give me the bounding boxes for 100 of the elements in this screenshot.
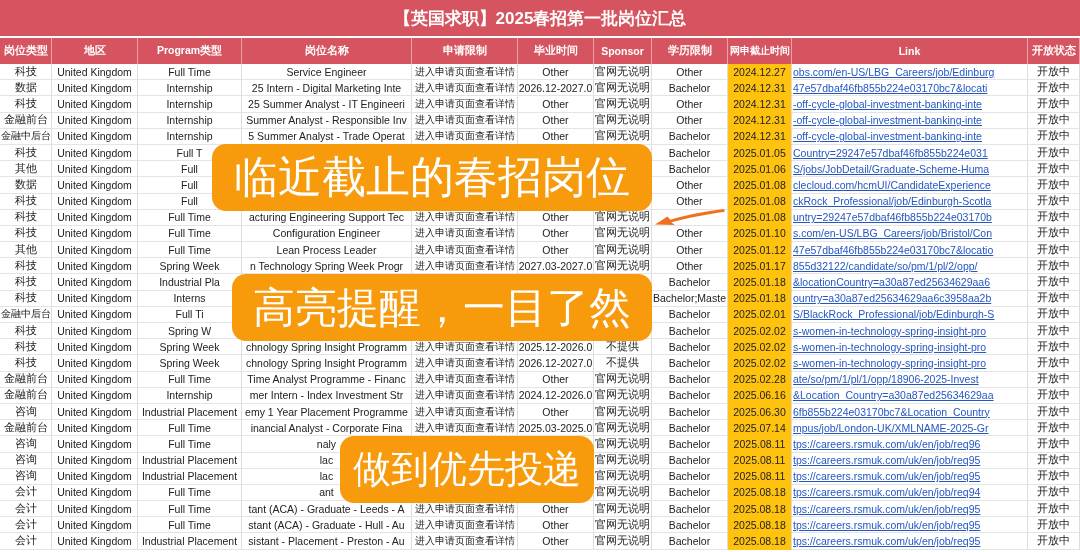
- link[interactable]: tps://careers.rsmuk.com/uk/en/job/req95: [793, 470, 981, 483]
- table-cell: 官网无说明: [594, 501, 652, 518]
- table-cell: Full Time: [138, 242, 242, 259]
- table-cell: 开放中: [1028, 355, 1080, 372]
- table-cell: 2025.02.02: [728, 323, 792, 340]
- table-cell: 科技: [0, 323, 52, 340]
- link[interactable]: &locationCountry=a30a87ed25634629aa6: [793, 276, 991, 289]
- link[interactable]: s-women-in-technology-spring-insight-pro: [793, 340, 987, 353]
- link[interactable]: 47e57dbaf46fb855b224e03170bc7&locati: [793, 81, 988, 94]
- table-cell: United Kingdom: [52, 533, 138, 550]
- table-cell: United Kingdom: [52, 403, 138, 421]
- table-cell: 开放中: [1028, 290, 1080, 307]
- table-cell: United Kingdom: [52, 371, 138, 388]
- link[interactable]: tps://careers.rsmuk.com/uk/en/job/req95: [793, 535, 981, 548]
- table-cell: 2025.01.17: [728, 258, 792, 275]
- table-cell: United Kingdom: [52, 306, 138, 323]
- table-cell: United Kingdom: [52, 96, 138, 113]
- table-cell: Full Time: [138, 436, 242, 453]
- table-cell: Summer Analyst - Responsible Inv: [242, 112, 412, 129]
- link[interactable]: tps://careers.rsmuk.com/uk/en/job/req94: [793, 486, 981, 499]
- table-cell: 开放中: [1028, 468, 1080, 485]
- table-cell: 进入申请页面查看详情: [412, 80, 518, 97]
- link[interactable]: Country=29247e57dbaf46fb855b224e031: [793, 146, 988, 159]
- link[interactable]: tps://careers.rsmuk.com/uk/en/job/req95: [793, 518, 981, 531]
- table-cell: 2025.07.14: [728, 420, 792, 437]
- table-cell: 2025.02.02: [728, 355, 792, 372]
- table-cell: 开放中: [1028, 112, 1080, 129]
- table-cell: sistant - Placement - Preston - Au: [242, 533, 412, 550]
- link[interactable]: ountry=a30a87ed25634629aa6c3958aa2b: [793, 292, 992, 305]
- table-cell: Other: [518, 112, 594, 129]
- table-cell: 进入申请页面查看详情: [412, 387, 518, 404]
- table-cell: 官网无说明: [594, 403, 652, 421]
- table-cell: Full Time: [138, 64, 242, 81]
- column-header: 网申截止时间: [728, 38, 792, 64]
- link[interactable]: untry=29247e57dbaf46fb855b224e03170b: [793, 211, 992, 224]
- table-cell: United Kingdom: [52, 387, 138, 404]
- link[interactable]: s.com/en-US/LBG_Careers/job/Bristol/Con: [793, 227, 992, 240]
- link[interactable]: &Location_Country=a30a87ed25634629aa: [793, 389, 994, 402]
- link[interactable]: s-women-in-technology-spring-insight-pro: [793, 324, 987, 337]
- table-cell: United Kingdom: [52, 355, 138, 372]
- link[interactable]: tps://careers.rsmuk.com/uk/en/job/req95: [793, 502, 981, 515]
- table-cell: 2025.08.18: [728, 533, 792, 550]
- link[interactable]: mpus/job/London-UK/XMLNAME-2025-Gr: [793, 421, 989, 434]
- table-cell: 2026.12-2027.0: [518, 80, 594, 97]
- table-cell: United Kingdom: [52, 484, 138, 502]
- table-cell: United Kingdom: [52, 274, 138, 291]
- table-cell: 开放中: [1028, 258, 1080, 275]
- column-header: 学历限制: [652, 38, 728, 64]
- table-cell: 官网无说明: [594, 517, 652, 534]
- link[interactable]: -off-cycle-global-investment-banking-inte: [793, 97, 982, 110]
- table-cell: Spring Week: [138, 339, 242, 356]
- table-cell: 进入申请页面查看详情: [412, 403, 518, 421]
- table-cell: 开放中: [1028, 274, 1080, 291]
- table-cell: 2026.12-2027.0: [518, 355, 594, 372]
- table-cell: 数据: [0, 80, 52, 97]
- table-cell: stant (ACA) - Graduate - Hull - Au: [242, 517, 412, 534]
- table-cell: 2025.01.08: [728, 177, 792, 194]
- table-cell: 科技: [0, 225, 52, 243]
- link[interactable]: ate/so/pm/1/pl/1/opp/18906-2025-Invest: [793, 373, 979, 386]
- table-cell: 金融中后台: [0, 128, 52, 145]
- table-cell: 官网无说明: [594, 420, 652, 437]
- link[interactable]: -off-cycle-global-investment-banking-inte: [793, 130, 982, 143]
- table-cell: United Kingdom: [52, 339, 138, 356]
- table-cell: United Kingdom: [52, 468, 138, 485]
- link[interactable]: S/BlackRock_Professional/job/Edinburgh-S: [793, 308, 995, 321]
- table-cell: United Kingdom: [52, 501, 138, 518]
- table-cell: Industrial Placement: [138, 403, 242, 421]
- link[interactable]: 47e57dbaf46fb855b224e03170bc7&locatio: [793, 243, 994, 256]
- table-cell: 科技: [0, 209, 52, 226]
- link[interactable]: obs.com/en-US/LBG_Careers/job/Edinburg: [793, 65, 995, 78]
- table-cell: 开放中: [1028, 323, 1080, 340]
- link[interactable]: s-women-in-technology-spring-insight-pro: [793, 356, 987, 369]
- table-cell: 开放中: [1028, 436, 1080, 453]
- table-cell: 进入申请页面查看详情: [412, 112, 518, 129]
- table-cell: 科技: [0, 339, 52, 356]
- link[interactable]: ckRock_Professional/job/Edinburgh-Scotla: [793, 195, 992, 208]
- table-cell: 开放中: [1028, 64, 1080, 81]
- link[interactable]: tps://careers.rsmuk.com/uk/en/job/req96: [793, 437, 981, 450]
- table-cell: 2025.01.12: [728, 242, 792, 259]
- table-cell: Industrial Placement: [138, 452, 242, 469]
- link[interactable]: tps://careers.rsmuk.com/uk/en/job/req95: [793, 454, 981, 467]
- table-cell: 进入申请页面查看详情: [412, 533, 518, 550]
- table-cell: United Kingdom: [52, 225, 138, 243]
- table-cell: 官网无说明: [594, 64, 652, 81]
- table-cell: United Kingdom: [52, 80, 138, 97]
- column-header: 岗位类型: [0, 38, 52, 64]
- table-cell: 官网无说明: [594, 387, 652, 404]
- table-cell: 官网无说明: [594, 371, 652, 388]
- link[interactable]: clecloud.com/hcmUI/CandidateExperience: [793, 178, 991, 191]
- curved-arrow: [654, 208, 726, 226]
- table-cell: United Kingdom: [52, 242, 138, 259]
- table-cell: 进入申请页面查看详情: [412, 242, 518, 259]
- table-cell: United Kingdom: [52, 64, 138, 81]
- link[interactable]: S/jobs/JobDetail/Graduate-Scheme-Huma: [793, 162, 990, 175]
- table-cell: 开放中: [1028, 371, 1080, 388]
- link[interactable]: 855d32122/candidate/so/pm/1/pl/2/opp/: [793, 259, 978, 272]
- link[interactable]: 6fb855b224e03170bc7&Location_Country: [793, 405, 990, 418]
- column-header: 申请限制: [412, 38, 518, 64]
- link[interactable]: -off-cycle-global-investment-banking-inte: [793, 114, 982, 127]
- table-cell: 进入申请页面查看详情: [412, 225, 518, 243]
